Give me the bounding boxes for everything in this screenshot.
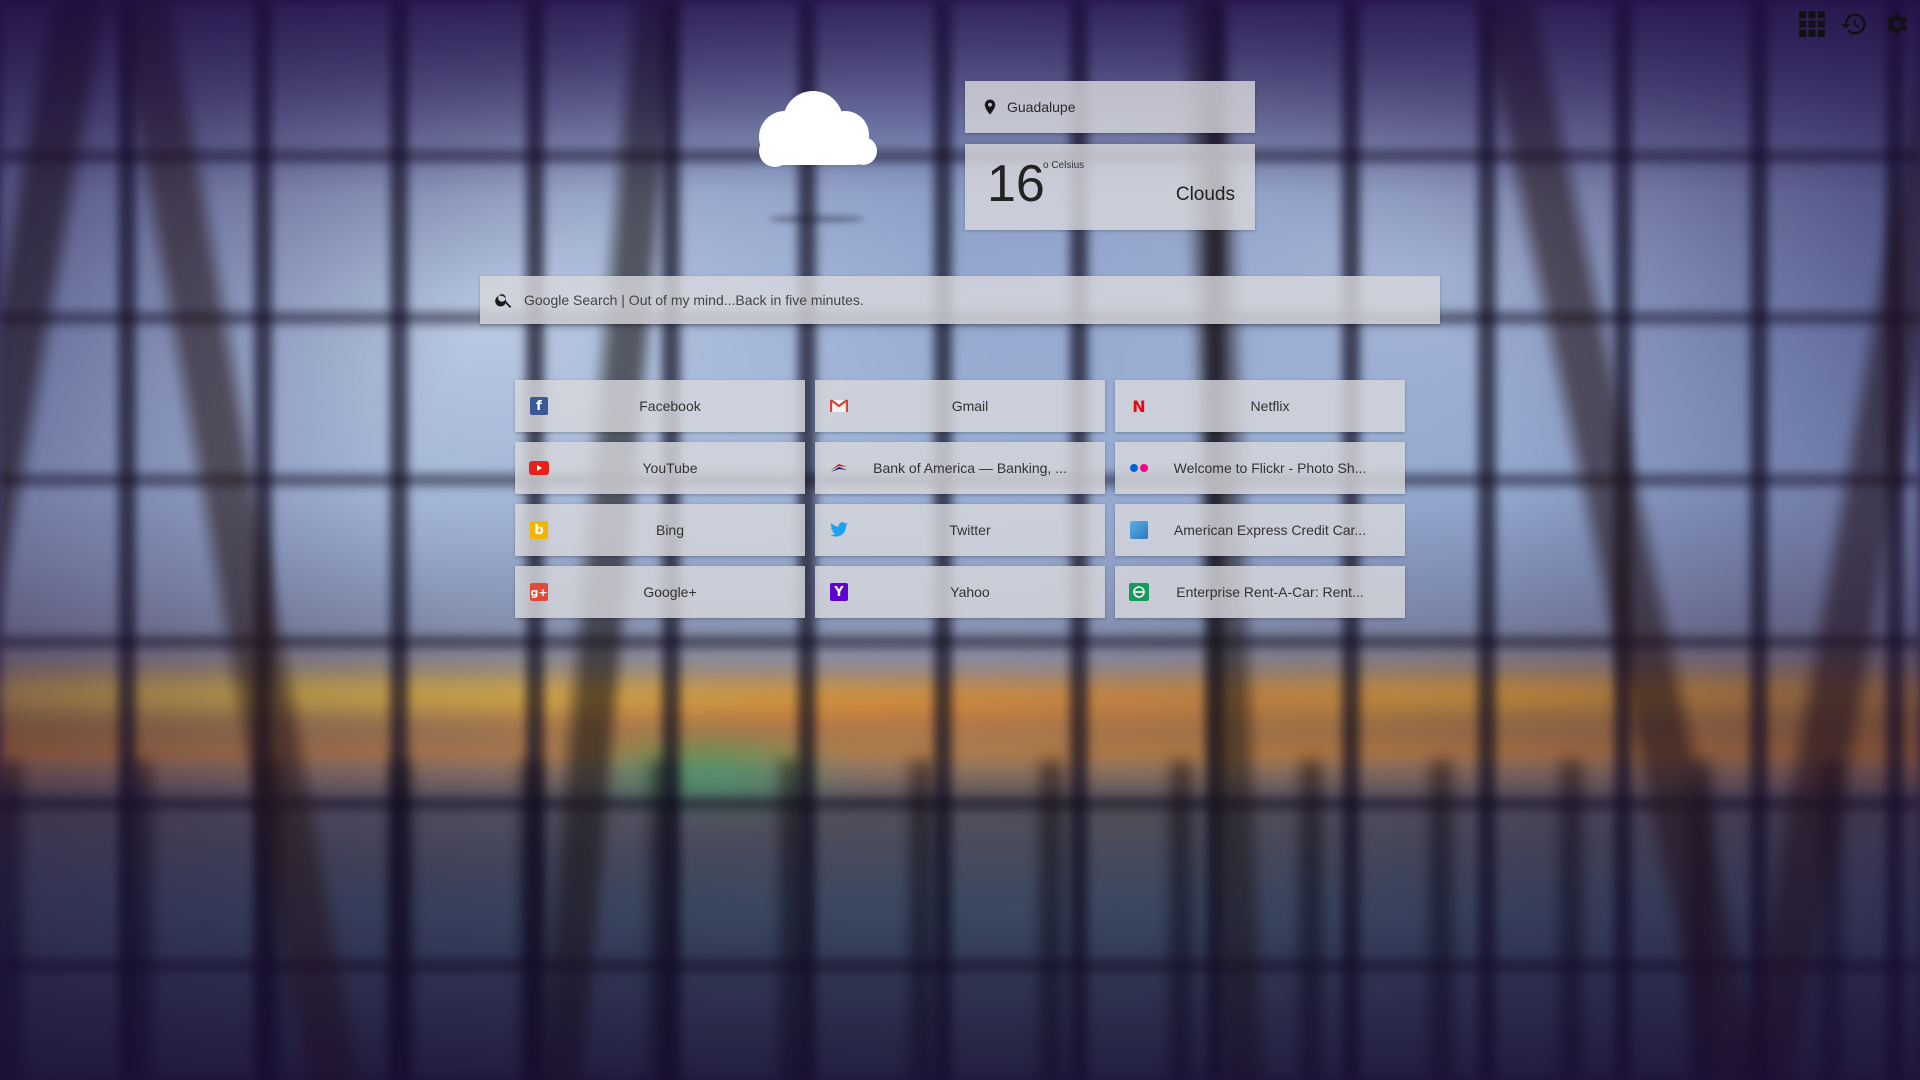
cloud-icon	[759, 91, 877, 167]
tile-twitter[interactable]: Twitter	[815, 504, 1105, 556]
bank-of-america-icon	[829, 458, 849, 478]
gmail-icon	[829, 396, 849, 416]
tile-label: Bank of America — Banking, ...	[873, 460, 1067, 476]
history-icon	[1841, 13, 1866, 35]
search-bar	[480, 276, 1440, 324]
amex-icon	[1129, 520, 1149, 540]
temperature-unit: o Celsius	[1043, 160, 1085, 171]
settings-button[interactable]	[1880, 8, 1912, 40]
grid-icon	[1799, 11, 1825, 37]
tile-label: Netflix	[1250, 398, 1290, 414]
tile-label: Bing	[655, 522, 685, 538]
new-tab-page: Guadalupe 16 o Celsius Clouds f Facebook…	[0, 0, 1920, 1080]
youtube-icon	[529, 458, 549, 478]
tile-gmail[interactable]: Gmail	[815, 380, 1105, 432]
enterprise-icon	[1129, 582, 1149, 602]
weather-location[interactable]: Guadalupe	[965, 81, 1255, 133]
tile-label: Yahoo	[950, 584, 990, 600]
speed-dial-grid: f Facebook Gmail N Netflix YouTube Bank …	[515, 380, 1405, 618]
tile-bing[interactable]: b Bing	[515, 504, 805, 556]
tile-youtube[interactable]: YouTube	[515, 442, 805, 494]
facebook-icon: f	[529, 396, 549, 416]
temperature-value: 16	[987, 155, 1045, 213]
search-input[interactable]	[522, 291, 1440, 309]
tile-google-plus[interactable]: g+ Google+	[515, 566, 805, 618]
history-button[interactable]	[1838, 8, 1870, 40]
netflix-icon: N	[1132, 396, 1146, 416]
tile-label: Twitter	[949, 522, 991, 538]
tile-label: Enterprise Rent-A-Car: Rent...	[1176, 584, 1364, 600]
yahoo-icon: Y	[829, 582, 849, 602]
tile-enterprise[interactable]: Enterprise Rent-A-Car: Rent...	[1115, 566, 1405, 618]
search-icon	[494, 290, 514, 310]
tile-label: Welcome to Flickr - Photo Sh...	[1173, 460, 1367, 476]
tile-label: YouTube	[642, 460, 698, 476]
tile-label: Gmail	[951, 398, 989, 414]
tile-label: American Express Credit Car...	[1173, 522, 1367, 538]
apps-button[interactable]	[1796, 8, 1828, 40]
gear-icon	[1887, 13, 1908, 35]
tile-facebook[interactable]: f Facebook	[515, 380, 805, 432]
tile-netflix[interactable]: N Netflix	[1115, 380, 1405, 432]
twitter-icon	[829, 520, 849, 540]
location-name: Guadalupe	[1007, 99, 1076, 115]
top-toolbar	[1796, 8, 1912, 40]
tile-american-express[interactable]: American Express Credit Car...	[1115, 504, 1405, 556]
location-pin-icon	[981, 98, 999, 116]
tile-flickr[interactable]: Welcome to Flickr - Photo Sh...	[1115, 442, 1405, 494]
flickr-icon	[1129, 458, 1149, 478]
weather-condition-graphic	[745, 85, 885, 235]
weather-card: 16 o Celsius Clouds	[965, 144, 1255, 230]
tile-label: Facebook	[639, 398, 701, 414]
tile-yahoo[interactable]: Y Yahoo	[815, 566, 1105, 618]
tile-label: Google+	[643, 584, 697, 600]
weather-condition: Clouds	[1175, 184, 1235, 205]
tile-bank-of-america[interactable]: Bank of America — Banking, ...	[815, 442, 1105, 494]
bing-icon: b	[529, 520, 549, 540]
google-plus-icon: g+	[529, 582, 549, 602]
